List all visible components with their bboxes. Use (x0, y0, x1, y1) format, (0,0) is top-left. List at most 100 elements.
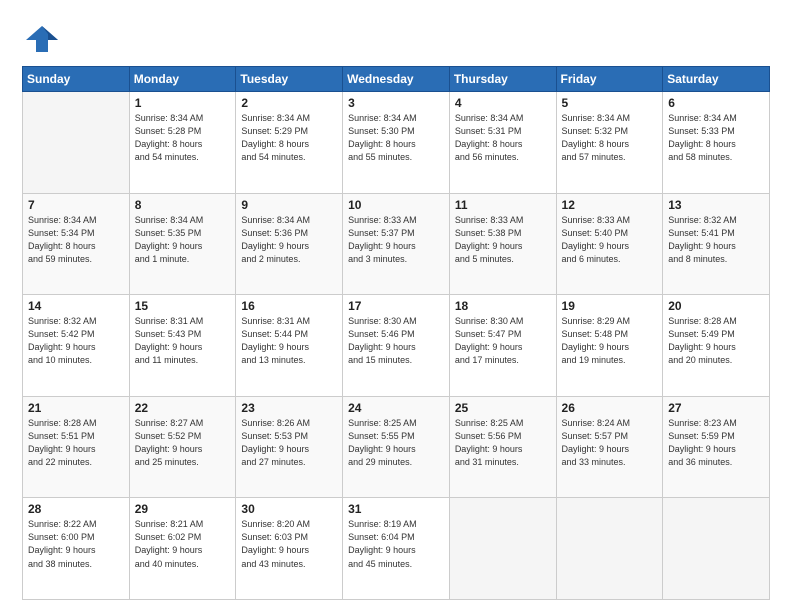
day-number: 4 (455, 96, 551, 110)
day-info: Sunrise: 8:34 AM Sunset: 5:30 PM Dayligh… (348, 112, 444, 164)
day-info: Sunrise: 8:22 AM Sunset: 6:00 PM Dayligh… (28, 518, 124, 570)
calendar-cell: 15Sunrise: 8:31 AM Sunset: 5:43 PM Dayli… (129, 295, 236, 397)
day-number: 14 (28, 299, 124, 313)
page: SundayMondayTuesdayWednesdayThursdayFrid… (0, 0, 792, 612)
day-number: 13 (668, 198, 764, 212)
day-number: 21 (28, 401, 124, 415)
day-number: 16 (241, 299, 337, 313)
day-number: 18 (455, 299, 551, 313)
day-info: Sunrise: 8:28 AM Sunset: 5:51 PM Dayligh… (28, 417, 124, 469)
calendar-cell: 6 Sunrise: 8:34 AM Sunset: 5:33 PM Daylig… (663, 92, 770, 194)
calendar-week-row: 21 Sunrise: 8:28 AM Sunset: 5:51 PM Dayli… (23, 396, 770, 498)
day-info: Sunrise: 8:28 AM Sunset: 5:49 PM Dayligh… (668, 315, 764, 367)
day-number: 28 (28, 502, 124, 516)
calendar-cell: 31 Sunrise: 8:19 AM Sunset: 6:04 PM Dayli… (343, 498, 450, 600)
day-number: 30 (241, 502, 337, 516)
calendar-cell (23, 92, 130, 194)
day-number: 11 (455, 198, 551, 212)
calendar-cell: 11 Sunrise: 8:33 AM Sunset: 5:38 PM Dayli… (449, 193, 556, 295)
day-info: Sunrise: 8:31 AM Sunset: 5:43 PM Dayligh… (135, 315, 231, 367)
calendar-cell: 5 Sunrise: 8:34 AM Sunset: 5:32 PM Daylig… (556, 92, 663, 194)
weekday-header-monday: Monday (129, 67, 236, 92)
calendar-cell: 17 Sunrise: 8:30 AM Sunset: 5:46 PM Dayli… (343, 295, 450, 397)
weekday-header-sunday: Sunday (23, 67, 130, 92)
day-number: 23 (241, 401, 337, 415)
calendar-cell: 27Sunrise: 8:23 AM Sunset: 5:59 PM Dayli… (663, 396, 770, 498)
day-info: Sunrise: 8:30 AM Sunset: 5:46 PM Dayligh… (348, 315, 444, 367)
calendar-cell: 13 Sunrise: 8:32 AM Sunset: 5:41 PM Dayli… (663, 193, 770, 295)
day-number: 9 (241, 198, 337, 212)
calendar-cell: 20Sunrise: 8:28 AM Sunset: 5:49 PM Dayli… (663, 295, 770, 397)
day-number: 22 (135, 401, 231, 415)
day-number: 5 (562, 96, 658, 110)
day-info: Sunrise: 8:21 AM Sunset: 6:02 PM Dayligh… (135, 518, 231, 570)
day-info: Sunrise: 8:34 AM Sunset: 5:35 PM Dayligh… (135, 214, 231, 266)
day-number: 2 (241, 96, 337, 110)
day-number: 24 (348, 401, 444, 415)
calendar-cell: 16 Sunrise: 8:31 AM Sunset: 5:44 PM Dayli… (236, 295, 343, 397)
logo-icon (22, 18, 60, 56)
calendar-cell: 14Sunrise: 8:32 AM Sunset: 5:42 PM Dayli… (23, 295, 130, 397)
day-number: 7 (28, 198, 124, 212)
day-info: Sunrise: 8:34 AM Sunset: 5:29 PM Dayligh… (241, 112, 337, 164)
calendar-week-row: 28 Sunrise: 8:22 AM Sunset: 6:00 PM Dayli… (23, 498, 770, 600)
day-info: Sunrise: 8:34 AM Sunset: 5:32 PM Dayligh… (562, 112, 658, 164)
day-number: 8 (135, 198, 231, 212)
day-info: Sunrise: 8:34 AM Sunset: 5:34 PM Dayligh… (28, 214, 124, 266)
day-number: 12 (562, 198, 658, 212)
calendar-cell: 19Sunrise: 8:29 AM Sunset: 5:48 PM Dayli… (556, 295, 663, 397)
calendar-cell: 10 Sunrise: 8:33 AM Sunset: 5:37 PM Dayli… (343, 193, 450, 295)
calendar-cell: 4 Sunrise: 8:34 AM Sunset: 5:31 PM Daylig… (449, 92, 556, 194)
day-info: Sunrise: 8:31 AM Sunset: 5:44 PM Dayligh… (241, 315, 337, 367)
logo (22, 18, 66, 56)
calendar-cell: 23 Sunrise: 8:26 AM Sunset: 5:53 PM Dayli… (236, 396, 343, 498)
calendar-cell: 3 Sunrise: 8:34 AM Sunset: 5:30 PM Daylig… (343, 92, 450, 194)
day-number: 1 (135, 96, 231, 110)
day-number: 10 (348, 198, 444, 212)
day-number: 26 (562, 401, 658, 415)
day-info: Sunrise: 8:27 AM Sunset: 5:52 PM Dayligh… (135, 417, 231, 469)
calendar-cell (449, 498, 556, 600)
weekday-header-friday: Friday (556, 67, 663, 92)
day-number: 25 (455, 401, 551, 415)
day-number: 17 (348, 299, 444, 313)
calendar-cell (663, 498, 770, 600)
day-number: 6 (668, 96, 764, 110)
calendar-cell: 22 Sunrise: 8:27 AM Sunset: 5:52 PM Dayli… (129, 396, 236, 498)
calendar-cell: 28 Sunrise: 8:22 AM Sunset: 6:00 PM Dayli… (23, 498, 130, 600)
calendar-cell: 24Sunrise: 8:25 AM Sunset: 5:55 PM Dayli… (343, 396, 450, 498)
calendar-cell: 18 Sunrise: 8:30 AM Sunset: 5:47 PM Dayli… (449, 295, 556, 397)
day-info: Sunrise: 8:29 AM Sunset: 5:48 PM Dayligh… (562, 315, 658, 367)
weekday-header-saturday: Saturday (663, 67, 770, 92)
day-info: Sunrise: 8:33 AM Sunset: 5:37 PM Dayligh… (348, 214, 444, 266)
weekday-header-row: SundayMondayTuesdayWednesdayThursdayFrid… (23, 67, 770, 92)
day-info: Sunrise: 8:34 AM Sunset: 5:36 PM Dayligh… (241, 214, 337, 266)
calendar-cell: 21 Sunrise: 8:28 AM Sunset: 5:51 PM Dayli… (23, 396, 130, 498)
day-info: Sunrise: 8:33 AM Sunset: 5:40 PM Dayligh… (562, 214, 658, 266)
day-info: Sunrise: 8:33 AM Sunset: 5:38 PM Dayligh… (455, 214, 551, 266)
day-info: Sunrise: 8:32 AM Sunset: 5:41 PM Dayligh… (668, 214, 764, 266)
day-number: 31 (348, 502, 444, 516)
day-number: 3 (348, 96, 444, 110)
calendar-cell: 7 Sunrise: 8:34 AM Sunset: 5:34 PM Daylig… (23, 193, 130, 295)
calendar-cell: 8 Sunrise: 8:34 AM Sunset: 5:35 PM Daylig… (129, 193, 236, 295)
day-info: Sunrise: 8:24 AM Sunset: 5:57 PM Dayligh… (562, 417, 658, 469)
calendar-cell: 12 Sunrise: 8:33 AM Sunset: 5:40 PM Dayli… (556, 193, 663, 295)
calendar-week-row: 1 Sunrise: 8:34 AM Sunset: 5:28 PM Daylig… (23, 92, 770, 194)
day-number: 27 (668, 401, 764, 415)
weekday-header-tuesday: Tuesday (236, 67, 343, 92)
calendar-cell (556, 498, 663, 600)
day-info: Sunrise: 8:34 AM Sunset: 5:28 PM Dayligh… (135, 112, 231, 164)
day-info: Sunrise: 8:20 AM Sunset: 6:03 PM Dayligh… (241, 518, 337, 570)
day-info: Sunrise: 8:26 AM Sunset: 5:53 PM Dayligh… (241, 417, 337, 469)
day-info: Sunrise: 8:30 AM Sunset: 5:47 PM Dayligh… (455, 315, 551, 367)
day-info: Sunrise: 8:19 AM Sunset: 6:04 PM Dayligh… (348, 518, 444, 570)
calendar-cell: 9 Sunrise: 8:34 AM Sunset: 5:36 PM Daylig… (236, 193, 343, 295)
day-info: Sunrise: 8:25 AM Sunset: 5:56 PM Dayligh… (455, 417, 551, 469)
calendar-week-row: 7 Sunrise: 8:34 AM Sunset: 5:34 PM Daylig… (23, 193, 770, 295)
calendar-cell: 26 Sunrise: 8:24 AM Sunset: 5:57 PM Dayli… (556, 396, 663, 498)
calendar-cell: 25 Sunrise: 8:25 AM Sunset: 5:56 PM Dayli… (449, 396, 556, 498)
weekday-header-thursday: Thursday (449, 67, 556, 92)
day-info: Sunrise: 8:34 AM Sunset: 5:31 PM Dayligh… (455, 112, 551, 164)
day-info: Sunrise: 8:34 AM Sunset: 5:33 PM Dayligh… (668, 112, 764, 164)
